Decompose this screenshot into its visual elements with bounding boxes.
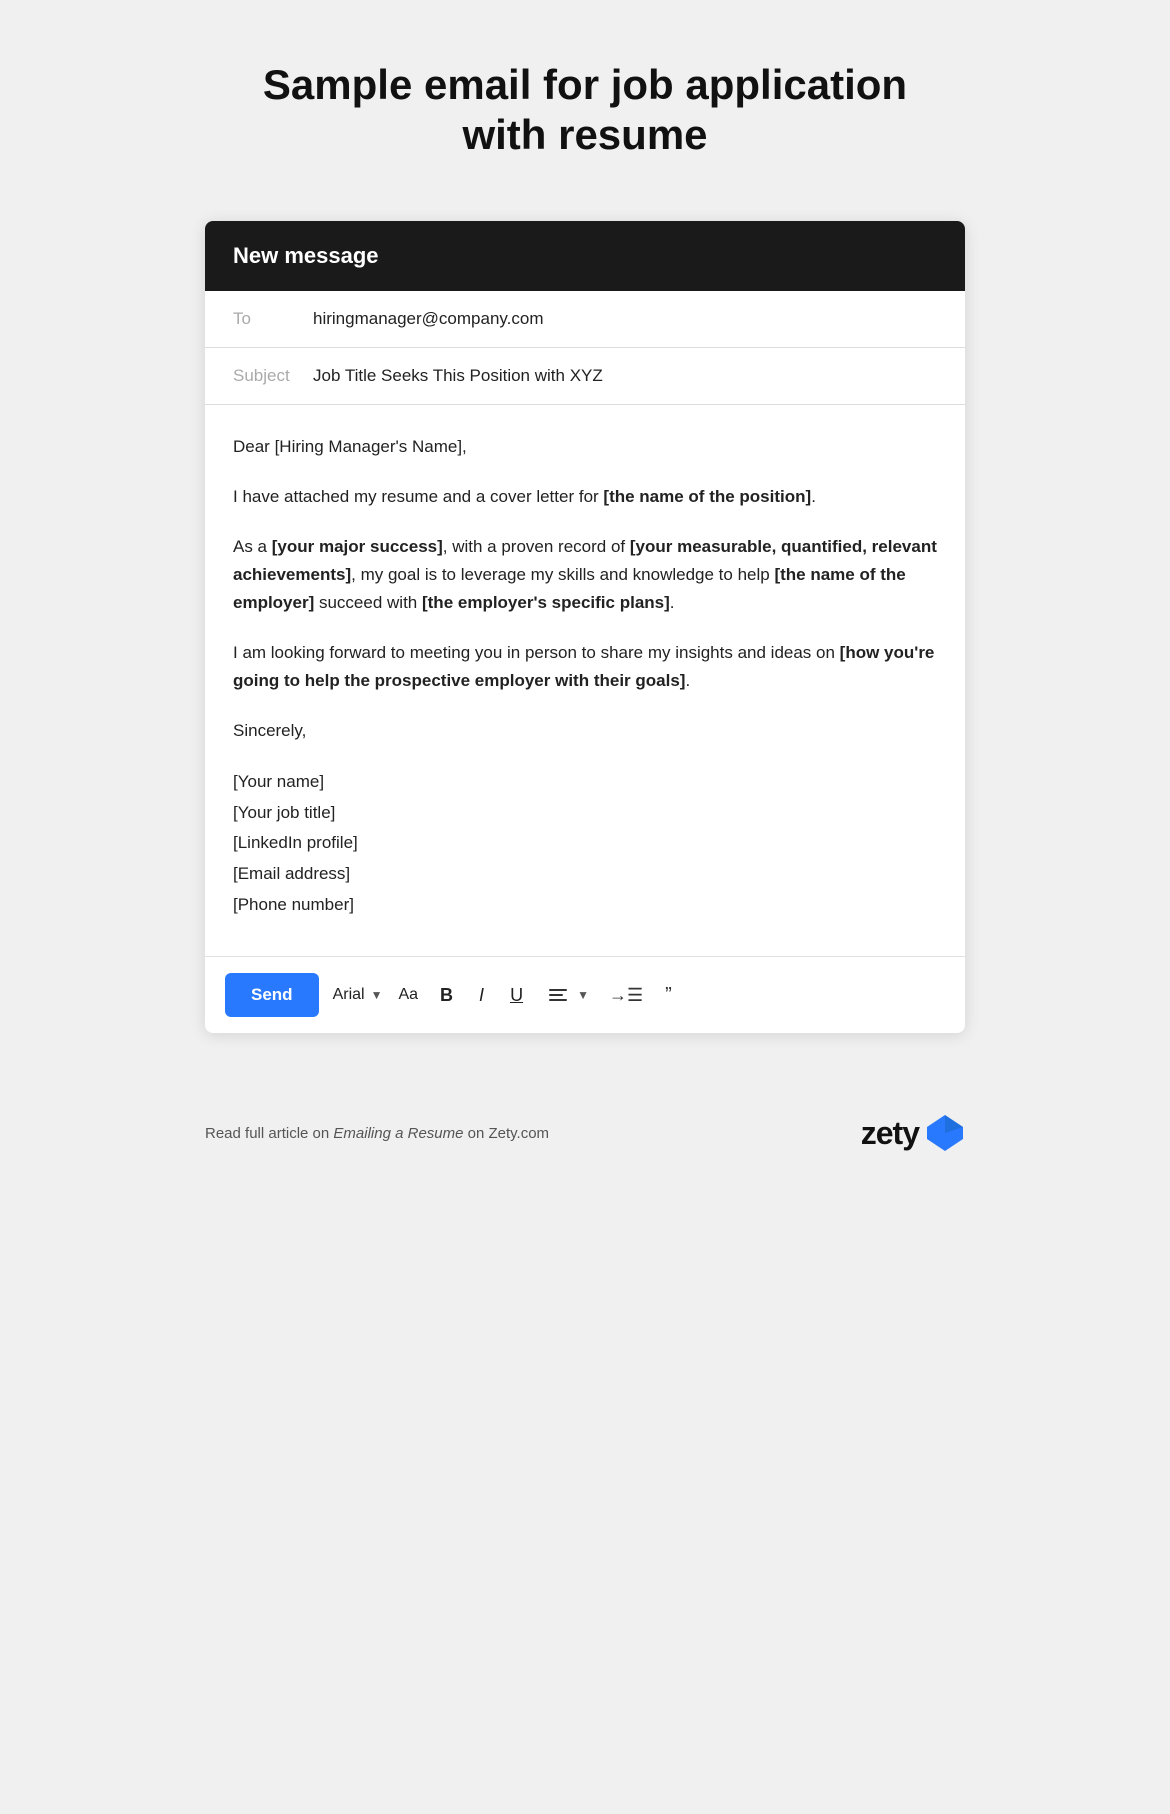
page-title: Sample email for job application with re… (235, 60, 935, 161)
email-toolbar: Send Arial ▼ Aa B I U ▼ →☰ ” (205, 956, 965, 1033)
body-paragraph-2: As a [your major success], with a proven… (233, 533, 937, 617)
footer-text-prefix: Read full article on (205, 1125, 333, 1142)
underline-button[interactable]: U (504, 981, 529, 1010)
paragraph2-bold4: [the employer's specific plans] (422, 593, 670, 612)
email-header: New message (205, 221, 965, 291)
paragraph2-bold1: [your major success] (272, 537, 443, 556)
zety-diamond-icon (925, 1113, 965, 1153)
paragraph2-mid2: , my goal is to leverage my skills and k… (351, 565, 774, 584)
paragraph1-plain: I have attached my resume and a cover le… (233, 487, 603, 506)
footer-text-suffix: on Zety.com (463, 1125, 549, 1142)
body-paragraph-3: I am looking forward to meeting you in p… (233, 639, 937, 695)
blockquote-icon[interactable]: ” (661, 980, 676, 1011)
align-left-icon[interactable] (543, 985, 573, 1005)
paragraph2-start: As a (233, 537, 272, 556)
to-label: To (233, 309, 313, 329)
signature-phone: [Phone number] (233, 890, 937, 921)
to-value: hiringmanager@company.com (313, 309, 544, 329)
paragraph1-end: . (811, 487, 816, 506)
greeting-paragraph: Dear [Hiring Manager's Name], (233, 433, 937, 461)
email-header-title: New message (233, 243, 379, 268)
signature-email: [Email address] (233, 859, 937, 890)
subject-field[interactable]: Subject Job Title Seeks This Position wi… (205, 348, 965, 405)
zety-logo: zety (861, 1113, 965, 1153)
paragraph2-end: . (670, 593, 675, 612)
footer-section: Read full article on Emailing a Resume o… (205, 1113, 965, 1153)
font-size-button[interactable]: Aa (396, 982, 420, 1008)
footer-text: Read full article on Emailing a Resume o… (205, 1125, 549, 1142)
font-chevron-icon: ▼ (371, 988, 383, 1002)
email-container: New message To hiringmanager@company.com… (205, 221, 965, 1033)
to-field[interactable]: To hiringmanager@company.com (205, 291, 965, 348)
align-group[interactable]: ▼ (543, 985, 591, 1005)
italic-button[interactable]: I (473, 981, 490, 1010)
signature-name: [Your name] (233, 767, 937, 798)
footer-link-text[interactable]: Emailing a Resume (333, 1125, 463, 1142)
body-paragraph-1: I have attached my resume and a cover le… (233, 483, 937, 511)
brand-name: zety (861, 1115, 919, 1152)
paragraph2-mid3: succeed with (314, 593, 422, 612)
paragraph3-end: . (685, 671, 690, 690)
sincerely-paragraph: Sincerely, (233, 717, 937, 745)
font-selector[interactable]: Arial ▼ (333, 986, 383, 1004)
paragraph1-bold: [the name of the position] (603, 487, 811, 506)
align-chevron-icon: ▼ (575, 988, 591, 1002)
subject-value: Job Title Seeks This Position with XYZ (313, 366, 603, 386)
bold-button[interactable]: B (434, 981, 459, 1010)
signature-block: [Your name] [Your job title] [LinkedIn p… (233, 767, 937, 920)
signature-linkedin: [LinkedIn profile] (233, 828, 937, 859)
email-body: Dear [Hiring Manager's Name], I have att… (205, 405, 965, 940)
font-name: Arial (333, 986, 365, 1004)
sincerely-text: Sincerely, (233, 721, 306, 740)
greeting-text: Dear [Hiring Manager's Name], (233, 437, 467, 456)
send-button[interactable]: Send (225, 973, 319, 1017)
indent-icon[interactable]: →☰ (605, 981, 647, 1010)
paragraph2-mid1: , with a proven record of (443, 537, 630, 556)
subject-label: Subject (233, 366, 313, 386)
paragraph3-start: I am looking forward to meeting you in p… (233, 643, 840, 662)
signature-title: [Your job title] (233, 798, 937, 829)
